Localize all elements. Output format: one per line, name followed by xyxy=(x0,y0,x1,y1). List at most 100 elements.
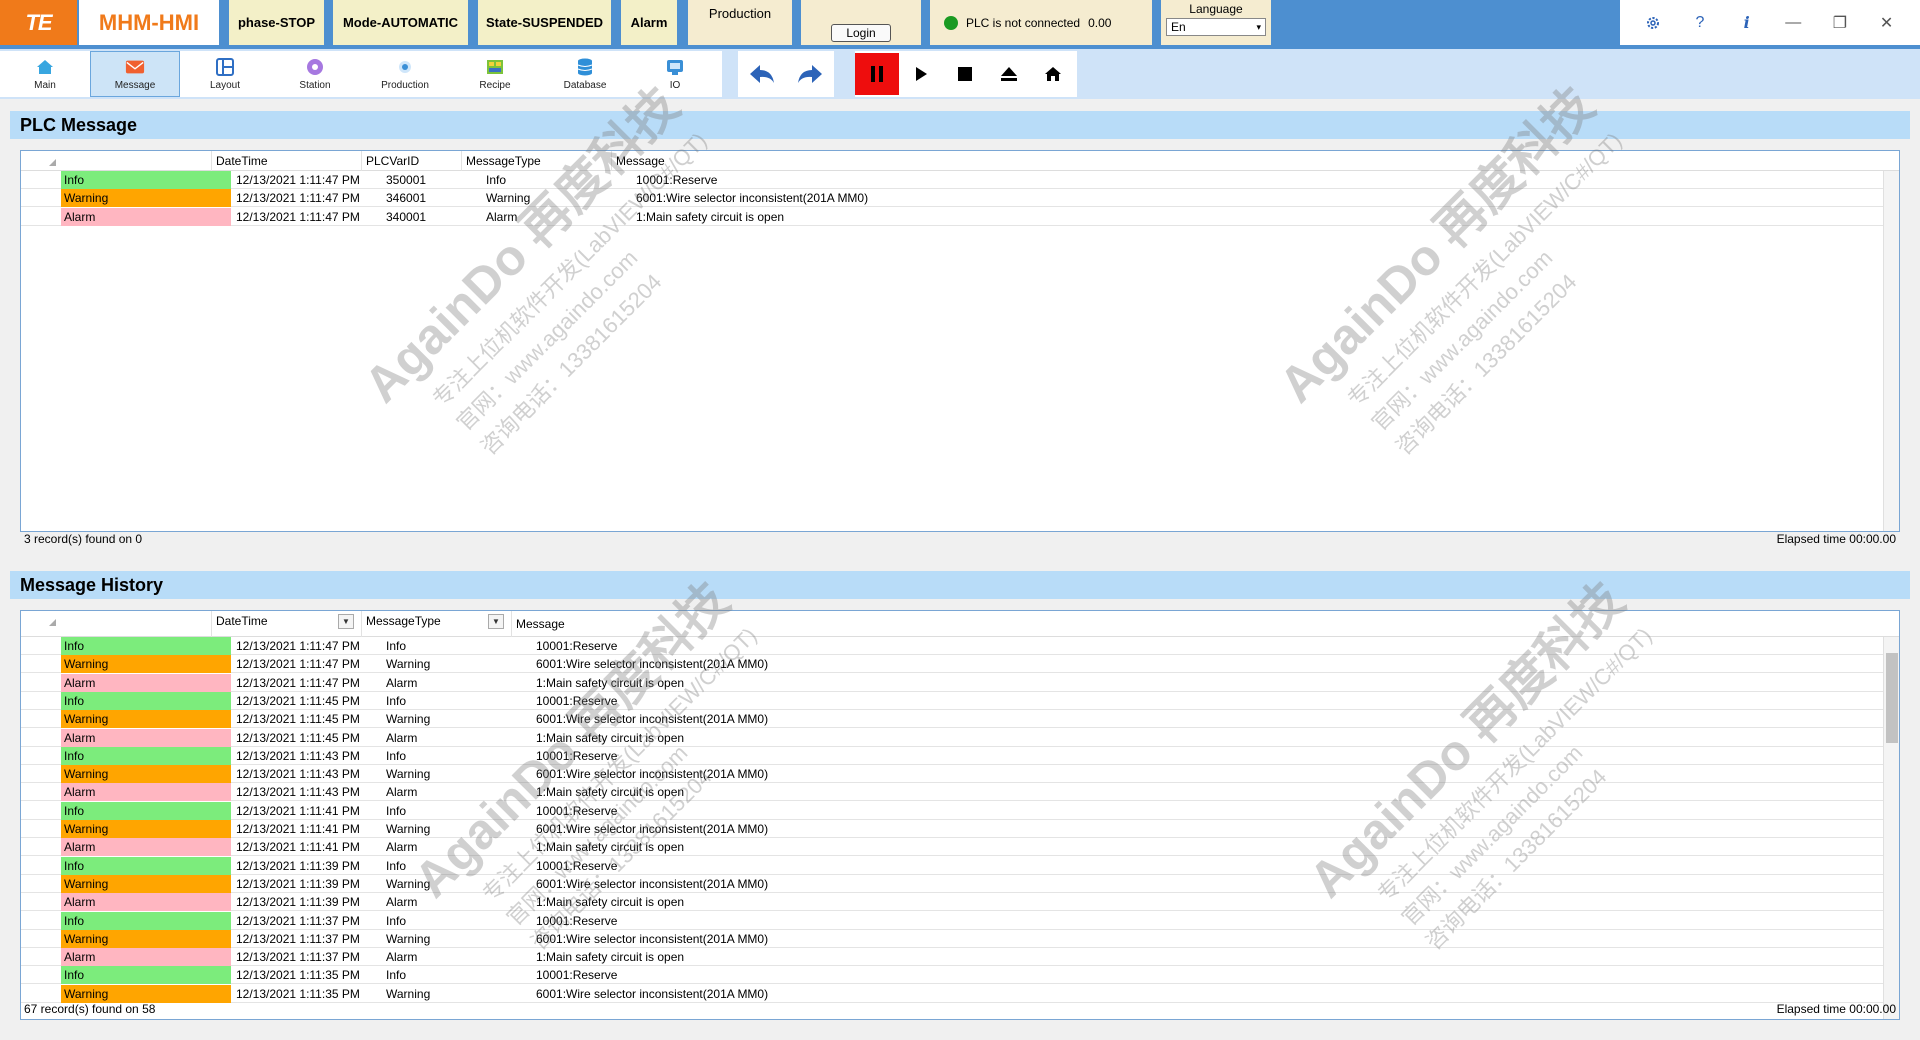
table-row[interactable]: Warning 12/13/2021 1:11:47 PM Warning 6001:… xyxy=(21,655,1883,674)
restore-icon[interactable]: ❐ xyxy=(1825,8,1855,38)
plc-message-header: PLC Message xyxy=(10,111,1910,139)
stop-icon[interactable] xyxy=(943,53,987,95)
history-grid-header: DateTime ▼ MessageType ▼ Message xyxy=(21,611,1899,637)
forward-arrow-icon[interactable] xyxy=(790,54,830,94)
table-row[interactable]: Alarm 12/13/2021 1:11:39 PM Alarm 1:Main sa… xyxy=(21,893,1883,912)
mode-status: Mode-AUTOMATIC xyxy=(333,0,468,45)
plcvarid-cell: 350001 xyxy=(386,173,427,187)
table-row[interactable]: Alarm 12/13/2021 1:11:37 PM Alarm 1:Main sa… xyxy=(21,948,1883,967)
message-cell: 10001:Reserve xyxy=(636,173,718,187)
select-all-corner[interactable] xyxy=(21,151,211,171)
table-row[interactable]: Warning 12/13/2021 1:11:45 PM Warning 6001:… xyxy=(21,710,1883,729)
datetime-cell: 12/13/2021 1:11:45 PM xyxy=(236,712,360,727)
nav-message-label: Message xyxy=(114,80,156,91)
table-row[interactable]: Info 12/13/2021 1:11:37 PM Info 10001:Reser… xyxy=(21,911,1883,930)
nav-main-button[interactable]: Main xyxy=(0,51,90,97)
table-row[interactable]: Info 12/13/2021 1:11:47 PM Info 10001:Reser… xyxy=(21,637,1883,655)
settings-gear-icon[interactable] xyxy=(1638,8,1668,38)
nav-database-label: Database xyxy=(563,80,607,91)
layout-icon xyxy=(215,57,235,77)
nav-layout-button[interactable]: Layout xyxy=(180,51,270,97)
datetime-cell: 12/13/2021 1:11:37 PM xyxy=(236,950,360,965)
history-scroll-thumb[interactable] xyxy=(1886,653,1898,743)
minimize-icon[interactable]: — xyxy=(1778,8,1808,38)
messagetype-cell: Alarm xyxy=(386,840,418,855)
history-vscrollbar[interactable] xyxy=(1883,637,1899,1019)
production-icon xyxy=(395,57,415,77)
message-cell: 10001:Reserve xyxy=(536,858,618,873)
datetime-filter-icon[interactable]: ▼ xyxy=(338,614,354,629)
app-title: MHM-HMI xyxy=(79,0,219,45)
nav-station-label: Station xyxy=(299,80,331,91)
language-select[interactable]: En ▾ xyxy=(1166,18,1266,36)
table-row[interactable]: Warning 12/13/2021 1:11:43 PM Warning 6001:… xyxy=(21,765,1883,784)
col-messagetype[interactable]: MessageType xyxy=(461,151,611,171)
plc-vscrollbar[interactable] xyxy=(1883,171,1899,531)
home-position-icon[interactable] xyxy=(1031,53,1075,95)
col-plcvarid[interactable]: PLCVarID xyxy=(361,151,461,171)
nav-io-button[interactable]: IO xyxy=(630,51,720,97)
nav-production-label: Production xyxy=(381,80,429,91)
language-panel: Language En ▾ xyxy=(1161,0,1271,45)
logo-text: TE xyxy=(25,9,52,35)
type-cell: Alarm xyxy=(61,207,231,226)
login-button[interactable]: Login xyxy=(831,24,891,42)
table-row[interactable]: Info 12/13/2021 1:11:41 PM Info 10001:Reser… xyxy=(21,801,1883,820)
table-row[interactable]: Info 12/13/2021 1:11:43 PM Info 10001:Reser… xyxy=(21,746,1883,765)
alarm-status-button[interactable]: Alarm xyxy=(621,0,677,45)
table-row[interactable]: Info 12/13/2021 1:11:35 PM Info 10001:Reser… xyxy=(21,966,1883,985)
table-row[interactable]: Alarm 12/13/2021 1:11:47 PM Alarm 1:Main sa… xyxy=(21,673,1883,692)
message-cell: 1:Main safety circuit is open xyxy=(536,675,685,690)
nav-message-button[interactable]: Message xyxy=(90,51,180,97)
col-messagetype-label: MessageType xyxy=(366,614,441,628)
table-row[interactable]: Info 12/13/2021 1:11:39 PM Info 10001:Reser… xyxy=(21,856,1883,875)
plc-elapsed-time: Elapsed time 00:00.00 xyxy=(1776,532,1896,546)
datetime-cell: 12/13/2021 1:11:37 PM xyxy=(236,931,360,946)
table-row[interactable]: Warning 12/13/2021 1:11:39 PM Warning 6001:… xyxy=(21,874,1883,893)
home-icon xyxy=(35,57,55,77)
type-cell: Info xyxy=(61,801,231,820)
message-cell: 6001:Wire selector inconsistent(201A MM0… xyxy=(536,767,769,782)
table-row[interactable]: Alarm 12/13/2021 1:11:45 PM Alarm 1:Main sa… xyxy=(21,728,1883,747)
table-row[interactable]: Warning 12/13/2021 1:11:47 PM 346001 Warnin… xyxy=(21,189,1883,208)
messagetype-cell: Info xyxy=(386,803,407,818)
table-row[interactable]: Warning 12/13/2021 1:11:41 PM Warning 6001:… xyxy=(21,820,1883,838)
plc-value: 0.00 xyxy=(1088,15,1112,30)
info-icon[interactable]: i xyxy=(1732,8,1762,38)
col-message[interactable]: Message xyxy=(611,151,1883,171)
help-icon[interactable]: ? xyxy=(1685,8,1715,38)
type-cell: Alarm xyxy=(61,673,231,692)
datetime-cell: 12/13/2021 1:11:47 PM xyxy=(236,191,360,206)
message-cell: 6001:Wire selector inconsistent(201A MM0… xyxy=(536,931,769,946)
table-row[interactable]: Info 12/13/2021 1:11:47 PM 350001 Info 10001… xyxy=(21,171,1883,189)
col-messagetype[interactable]: MessageType ▼ xyxy=(361,611,511,637)
nav-station-button[interactable]: Station xyxy=(270,51,360,97)
table-row[interactable]: Alarm 12/13/2021 1:11:41 PM Alarm 1:Main sa… xyxy=(21,838,1883,857)
messagetype-filter-icon[interactable]: ▼ xyxy=(488,614,504,629)
pause-icon[interactable] xyxy=(855,53,899,95)
plc-status: PLC is not connected 0.00 xyxy=(930,0,1152,45)
col-datetime[interactable]: DateTime xyxy=(211,151,361,171)
plc-footer: 3 record(s) found on 0 Elapsed time 00:0… xyxy=(20,530,1900,548)
nav-production-button[interactable]: Production xyxy=(360,51,450,97)
back-arrow-icon[interactable] xyxy=(742,54,782,94)
machine-control-group xyxy=(855,51,1077,97)
play-icon[interactable] xyxy=(899,53,943,95)
table-row[interactable]: Alarm 12/13/2021 1:11:43 PM Alarm 1:Main sa… xyxy=(21,783,1883,802)
state-text: State-SUSPENDED xyxy=(485,15,604,30)
messagetype-cell: Info xyxy=(386,913,407,928)
select-all-corner[interactable] xyxy=(21,611,211,637)
col-datetime[interactable]: DateTime ▼ xyxy=(211,611,361,637)
col-message[interactable]: Message xyxy=(511,611,1883,637)
datetime-cell: 12/13/2021 1:11:47 PM xyxy=(236,209,360,224)
language-label: Language xyxy=(1189,2,1243,16)
close-icon[interactable]: ✕ xyxy=(1872,8,1902,38)
message-cell: 1:Main safety circuit is open xyxy=(636,209,785,224)
table-row[interactable]: Alarm 12/13/2021 1:11:47 PM 340001 Alarm 1:M… xyxy=(21,207,1883,226)
table-row[interactable]: Info 12/13/2021 1:11:45 PM Info 10001:Reser… xyxy=(21,691,1883,710)
eject-icon[interactable] xyxy=(987,53,1031,95)
table-row[interactable]: Warning 12/13/2021 1:11:37 PM Warning 6001:… xyxy=(21,929,1883,948)
nav-database-button[interactable]: Database xyxy=(540,51,630,97)
type-cell: Info xyxy=(61,691,231,710)
nav-recipe-button[interactable]: Recipe xyxy=(450,51,540,97)
